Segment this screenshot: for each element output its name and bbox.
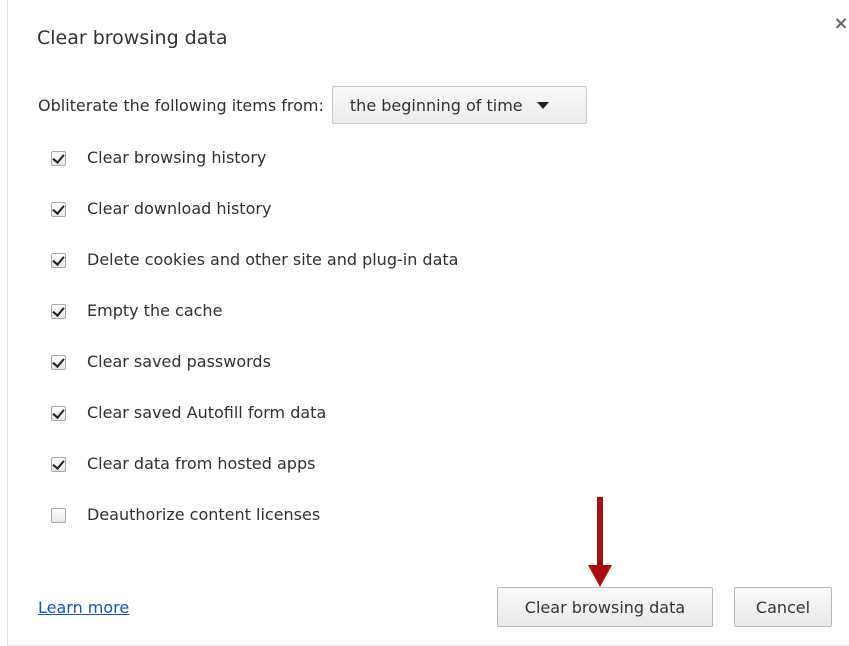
option-cache: Empty the cache <box>51 293 458 344</box>
option-passwords: Clear saved passwords <box>51 344 458 395</box>
cancel-button[interactable]: Cancel <box>734 587 832 627</box>
option-label[interactable]: Empty the cache <box>87 301 222 320</box>
time-range-select[interactable]: the beginning of time <box>331 86 587 124</box>
option-label[interactable]: Clear saved passwords <box>87 352 271 371</box>
time-range-row: Obliterate the following items from: the… <box>38 84 587 126</box>
checkbox-download-history[interactable] <box>51 202 66 217</box>
option-label[interactable]: Clear browsing history <box>87 148 266 167</box>
checkbox-autofill[interactable] <box>51 406 66 421</box>
checkbox-cookies[interactable] <box>51 253 66 268</box>
checkbox-browsing-history[interactable] <box>51 151 66 166</box>
checkbox-content-licenses[interactable] <box>51 508 66 523</box>
option-label[interactable]: Clear data from hosted apps <box>87 454 315 473</box>
option-label[interactable]: Clear saved Autofill form data <box>87 403 326 422</box>
option-autofill: Clear saved Autofill form data <box>51 395 458 446</box>
data-type-options: Clear browsing history Clear download hi… <box>51 140 458 548</box>
time-range-selected-value: the beginning of time <box>349 95 523 115</box>
clear-browsing-data-dialog: Clear browsing data × Obliterate the fol… <box>7 0 849 646</box>
option-label[interactable]: Delete cookies and other site and plug-i… <box>87 250 458 269</box>
option-browsing-history: Clear browsing history <box>51 140 458 191</box>
checkbox-cache[interactable] <box>51 304 66 319</box>
learn-more-link[interactable]: Learn more <box>38 598 129 617</box>
clear-browsing-data-button[interactable]: Clear browsing data <box>497 587 713 627</box>
option-label[interactable]: Clear download history <box>87 199 271 218</box>
option-cookies: Delete cookies and other site and plug-i… <box>51 242 458 293</box>
option-label[interactable]: Deauthorize content licenses <box>87 505 320 524</box>
chevron-down-icon <box>536 101 549 109</box>
close-icon[interactable]: × <box>831 14 849 34</box>
option-hosted-apps: Clear data from hosted apps <box>51 446 458 497</box>
annotation-arrow-icon <box>588 497 612 587</box>
checkbox-passwords[interactable] <box>51 355 66 370</box>
option-download-history: Clear download history <box>51 191 458 242</box>
checkbox-hosted-apps[interactable] <box>51 457 66 472</box>
option-content-licenses: Deauthorize content licenses <box>51 497 458 548</box>
time-range-label: Obliterate the following items from: <box>38 95 324 115</box>
dialog-title: Clear browsing data <box>37 27 228 49</box>
